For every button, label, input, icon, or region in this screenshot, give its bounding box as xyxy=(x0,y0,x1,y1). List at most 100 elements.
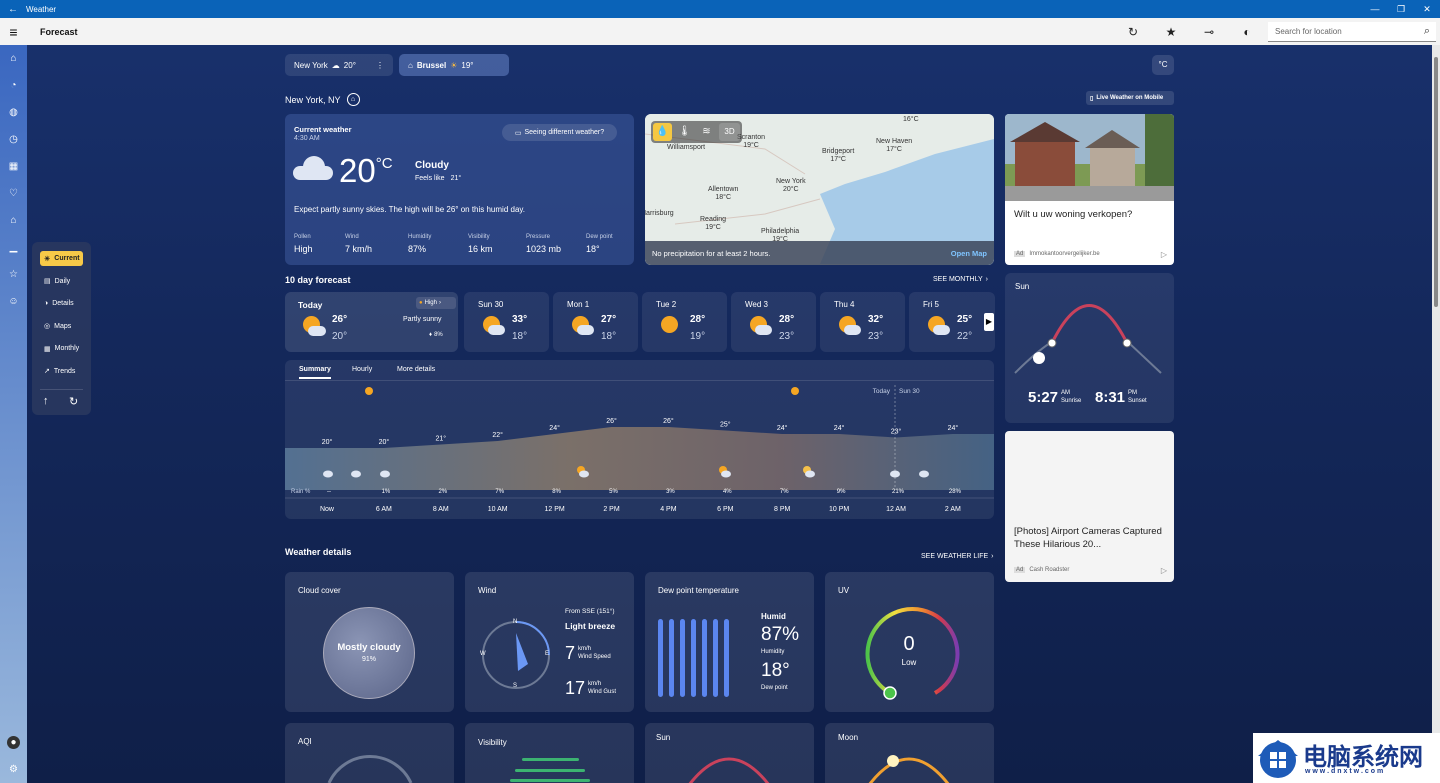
sunset: 8:31 PM Sunset xyxy=(1095,389,1147,406)
nav-item-maps[interactable]: ◎ Maps xyxy=(40,319,83,334)
nav-item-trends[interactable]: ↗ Trends xyxy=(40,364,83,379)
globe-icon[interactable]: ◍ xyxy=(7,106,20,119)
watermark-url: w w w . d n x t w . c o m xyxy=(1305,768,1384,775)
nav-item-current[interactable]: ☀ Current xyxy=(40,251,83,266)
forecast-today-card[interactable]: Today ● High › 26° 20° Partly sunny ♦ 8% xyxy=(285,292,458,352)
pin-icon[interactable]: ⊸ xyxy=(1200,23,1218,41)
temperature-layer-icon[interactable]: 🌡 xyxy=(675,123,694,141)
life-icon[interactable]: ♡ xyxy=(7,187,20,200)
forecast-day: Fri 5 xyxy=(923,300,939,309)
history-icon[interactable]: ◷ xyxy=(7,133,20,146)
forecast-next-arrow-icon[interactable]: ▶ xyxy=(984,313,994,331)
settings-gear-icon[interactable]: ⚙ xyxy=(7,763,20,776)
dew-point-value: 18° xyxy=(761,660,790,681)
stat-value: High xyxy=(294,244,313,254)
forecast-high: 33° xyxy=(512,314,528,325)
location-tab-brussel[interactable]: ⌂ Brussel ☀ 19° xyxy=(399,54,509,76)
radar-icon[interactable]: ◔ xyxy=(7,79,20,92)
search-input[interactable]: Search for location ⌕ xyxy=(1268,22,1436,42)
favorites-icon[interactable]: ☆ xyxy=(7,268,20,281)
search-icon[interactable]: ⌕ xyxy=(1424,25,1430,38)
sun-card: Sun 5:27 AM Sunrise 8:31 PM Sunset xyxy=(1005,273,1174,423)
detail-title: Dew point temperature xyxy=(658,586,739,595)
forecast-day-card[interactable]: Mon 1 27° 18° xyxy=(553,292,638,352)
wind-compass xyxy=(482,621,550,689)
watermark-emblem-icon xyxy=(1258,740,1298,778)
chart-icon[interactable]: ▁ xyxy=(7,241,20,254)
nav-item-details[interactable]: ◑ Details xyxy=(40,296,83,311)
current-weather-header: Current weather xyxy=(294,125,352,134)
minimize-icon[interactable]: — xyxy=(1362,0,1388,18)
emoji-icon[interactable]: ☺ xyxy=(7,295,20,308)
home-icon[interactable]: ⌂ xyxy=(7,52,20,65)
stat-label: Humidity xyxy=(408,234,432,240)
ad-choices-icon[interactable]: ▷ xyxy=(1161,566,1167,575)
dew-point-card[interactable]: Dew point temperature Humid 87% Humidity… xyxy=(645,572,814,712)
seeing-different-weather-button[interactable]: ▭ Seeing different weather? xyxy=(502,124,617,141)
calendar-icon[interactable]: ▦ xyxy=(7,160,20,173)
hourly-rain-label: 21% xyxy=(892,489,905,495)
scroll-top-arrow-icon[interactable]: ↑ xyxy=(43,395,49,407)
forecast-day-card[interactable]: Fri 5 25° 22° xyxy=(909,292,995,352)
hourly-temp-label: 26° xyxy=(606,417,617,425)
refresh-icon[interactable]: ↻ xyxy=(1124,23,1142,41)
live-weather-button[interactable]: ▯ Live Weather on Mobile xyxy=(1086,91,1174,105)
rain-cloud-icon xyxy=(926,316,950,338)
ad-title: Wilt u uw woning verkopen? xyxy=(1014,209,1133,220)
open-map-link[interactable]: Open Map xyxy=(951,249,987,258)
map-place-temp: 17°C xyxy=(886,146,902,153)
map-3d-button[interactable]: 3D xyxy=(719,123,740,141)
location-tab-new-york[interactable]: New York ☁ 20° ⋮ xyxy=(285,54,393,76)
pollen-badge[interactable]: ● High › xyxy=(416,297,456,309)
forecast-day-card[interactable]: Tue 2 28° 19° xyxy=(642,292,727,352)
cloud-cover-gauge xyxy=(323,607,415,699)
uv-card[interactable]: UV 0 Low xyxy=(825,572,994,712)
see-weather-life-link[interactable]: SEE WEATHER LIFE › xyxy=(921,553,994,560)
unit-toggle-button[interactable]: °C xyxy=(1152,55,1174,75)
set-home-icon[interactable]: ⌂ xyxy=(346,93,360,106)
compass-w: W xyxy=(480,651,486,657)
scrollbar-thumb[interactable] xyxy=(1434,57,1438,307)
visibility-card[interactable]: Visibility xyxy=(465,723,634,783)
ad-badge: Ad xyxy=(1014,567,1026,573)
map-card[interactable]: Williamsport Scranton 19°C Bridgeport 17°C Ne… xyxy=(645,114,994,265)
ad-choices-icon[interactable]: ▷ xyxy=(1161,250,1167,259)
dew-bar xyxy=(691,619,696,697)
moon-arc xyxy=(868,755,950,783)
aqi-card[interactable]: AQI xyxy=(285,723,454,783)
forecast-low: 18° xyxy=(512,331,528,342)
wind-direction: From SSE (151°) xyxy=(565,608,615,615)
see-monthly-link[interactable]: SEE MONTHLY › xyxy=(933,276,988,283)
ad-source-name: Cash Roadster xyxy=(1029,567,1070,573)
sun-detail-card[interactable]: Sun xyxy=(645,723,814,783)
live-weather-label: Live Weather on Mobile xyxy=(1096,95,1164,101)
forecast-day-card[interactable]: Wed 3 28° 23° xyxy=(731,292,816,352)
wind-layer-icon[interactable]: ≋ xyxy=(697,123,716,141)
sunrise-ampm: AM xyxy=(1061,390,1071,396)
refresh-icon[interactable]: ↻ xyxy=(69,395,78,408)
visibility-bar xyxy=(510,779,590,782)
back-arrow-icon[interactable]: ← xyxy=(0,4,26,15)
wind-card[interactable]: Wind N E S W From SSE (151°) Light breez… xyxy=(465,572,634,712)
precipitation-layer-icon[interactable]: 💧 xyxy=(653,123,672,141)
hourly-temp-label: 24° xyxy=(549,424,560,432)
building-icon[interactable]: ⌂ xyxy=(7,214,20,227)
hamburger-menu-icon[interactable]: ≡ xyxy=(0,24,27,40)
ad-card-house[interactable]: Wilt u uw woning verkopen? Ad Immokantoo… xyxy=(1005,114,1174,265)
dark-mode-moon-icon[interactable]: ◐ xyxy=(1238,23,1256,41)
cloud-cover-card[interactable]: Cloud cover Mostly cloudy 91% xyxy=(285,572,454,712)
ad-card-airport[interactable]: [Photos] Airport Cameras Captured These … xyxy=(1005,431,1174,582)
close-icon[interactable]: ✕ xyxy=(1414,0,1440,18)
map-place-label: Reading 19°C xyxy=(700,216,726,232)
restore-icon[interactable]: ❐ xyxy=(1388,0,1414,18)
nav-item-monthly[interactable]: ▦ Monthly xyxy=(40,341,83,356)
more-options-icon[interactable]: ⋮ xyxy=(376,61,384,70)
moon-card[interactable]: Moon xyxy=(825,723,994,783)
forecast-day-card[interactable]: Sun 30 33° 18° xyxy=(464,292,549,352)
avatar[interactable]: ● xyxy=(7,736,20,749)
forecast-day-card[interactable]: Thu 4 32° 23° xyxy=(820,292,905,352)
nav-item-daily[interactable]: ▤ Daily xyxy=(40,274,83,289)
seeing-different-label: Seeing different weather? xyxy=(524,129,605,136)
scrollbar[interactable] xyxy=(1432,45,1440,783)
favorite-star-icon[interactable]: ★ xyxy=(1162,23,1180,41)
